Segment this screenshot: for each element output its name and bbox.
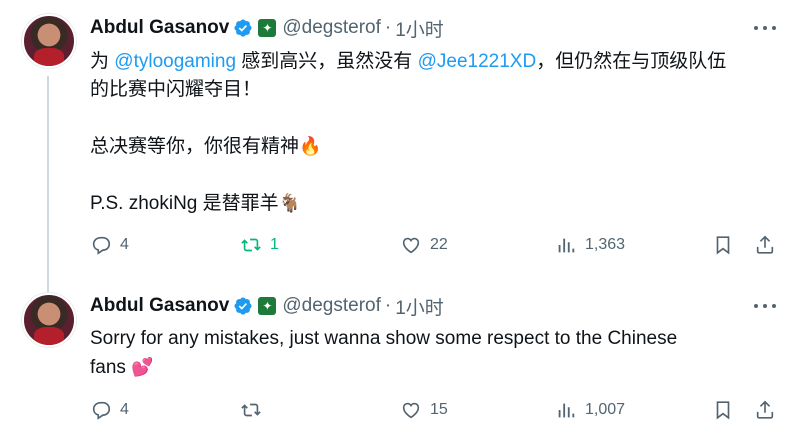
goat-emoji: 🐐 [278, 193, 302, 213]
text-line: P.S. zhokiNg 是替罪羊🐐 [90, 189, 780, 218]
like-button[interactable]: 15 [400, 399, 448, 421]
tweet-actions: 4 1 22 1,363 [90, 234, 780, 260]
bookmark-button[interactable] [712, 234, 734, 256]
tweet-text: Sorry for any mistakes, just wanna show … [90, 325, 780, 382]
repost-icon [241, 238, 261, 252]
view-count: 1,007 [585, 401, 626, 418]
like-count: 15 [430, 401, 448, 418]
more-icon[interactable] [754, 296, 776, 316]
bookmark-icon [716, 236, 730, 255]
avatar[interactable] [22, 14, 76, 68]
repost-button[interactable] [240, 399, 270, 421]
reply-icon [92, 236, 111, 255]
text-fragment: 为 [90, 51, 115, 72]
like-icon [402, 237, 420, 254]
text-line: 总决赛等你，你很有精神🔥 [90, 132, 780, 161]
verified-badge-icon[interactable] [233, 296, 253, 316]
tweet-header: Abdul Gasanov ✦ @degsterof · 1小时 [90, 15, 444, 42]
hearts-emoji: 💕 [131, 357, 154, 377]
tweet-1[interactable]: Abdul Gasanov ✦ @degsterof · 1小时 为 @tylo… [0, 12, 800, 282]
views-button[interactable]: 1,363 [555, 234, 625, 256]
text-line: 为 @tyloogaming 感到高兴，虽然没有 @Jee1221XD，但仍然在… [90, 48, 780, 76]
timestamp[interactable]: 1小时 [395, 293, 444, 320]
text-line: 的比赛中闪耀夺目！ [90, 79, 262, 100]
text-fragment: fans [90, 357, 126, 378]
reply-button[interactable]: 4 [90, 399, 129, 421]
bookmark-icon [716, 401, 730, 420]
text-fragment: 感到高兴，虽然没有 [236, 51, 418, 72]
share-icon [756, 400, 774, 419]
views-icon [558, 238, 575, 253]
affiliate-badge-icon[interactable]: ✦ [258, 297, 277, 315]
author-name[interactable]: Abdul Gasanov [90, 295, 229, 317]
like-button[interactable]: 22 [400, 234, 448, 256]
repost-icon [241, 403, 261, 417]
text-line: Sorry for any mistakes, just wanna show … [90, 328, 678, 349]
mention-link[interactable]: @Jee1221XD [418, 51, 537, 72]
reply-count: 4 [120, 401, 129, 418]
reply-button[interactable]: 4 [90, 234, 129, 256]
separator-dot: · [384, 17, 392, 38]
tweet-2[interactable]: Abdul Gasanov ✦ @degsterof · 1小时 Sorry f… [0, 291, 800, 431]
tweet-actions: 4 15 1,007 [90, 399, 780, 425]
author-handle[interactable]: @degsterof [282, 17, 381, 39]
reply-icon [92, 401, 111, 420]
repost-count: 1 [270, 236, 279, 253]
views-button[interactable]: 1,007 [555, 399, 625, 421]
timestamp[interactable]: 1小时 [395, 15, 444, 42]
view-count: 1,363 [585, 236, 626, 253]
repost-button[interactable]: 1 [240, 234, 279, 256]
tweet-text: 为 @tyloogaming 感到高兴，虽然没有 @Jee1221XD，但仍然在… [90, 48, 780, 218]
text-line: fans 💕 [90, 353, 780, 382]
avatar[interactable] [22, 293, 76, 347]
tweet-header: Abdul Gasanov ✦ @degsterof · 1小时 [90, 293, 444, 320]
share-button[interactable] [754, 399, 776, 421]
mention-link[interactable]: @tyloogaming [114, 51, 236, 72]
separator-dot: · [384, 295, 392, 316]
more-icon[interactable] [754, 18, 776, 38]
text-fragment: 总决赛等你，你很有精神 [90, 136, 300, 157]
fire-emoji: 🔥 [299, 136, 322, 156]
affiliate-badge-icon[interactable]: ✦ [258, 19, 277, 37]
like-count: 22 [430, 236, 448, 253]
text-fragment: P.S. zhokiNg 是替罪羊 [90, 193, 279, 214]
share-button[interactable] [754, 234, 776, 256]
bookmark-button[interactable] [712, 399, 734, 421]
verified-badge-icon[interactable] [233, 18, 253, 38]
text-fragment: ，但仍然在与顶级队伍 [536, 51, 727, 72]
share-icon [756, 235, 774, 254]
author-name[interactable]: Abdul Gasanov [90, 17, 229, 39]
author-handle[interactable]: @degsterof [282, 295, 381, 317]
reply-count: 4 [120, 236, 129, 253]
like-icon [402, 402, 420, 419]
views-icon [558, 403, 575, 418]
